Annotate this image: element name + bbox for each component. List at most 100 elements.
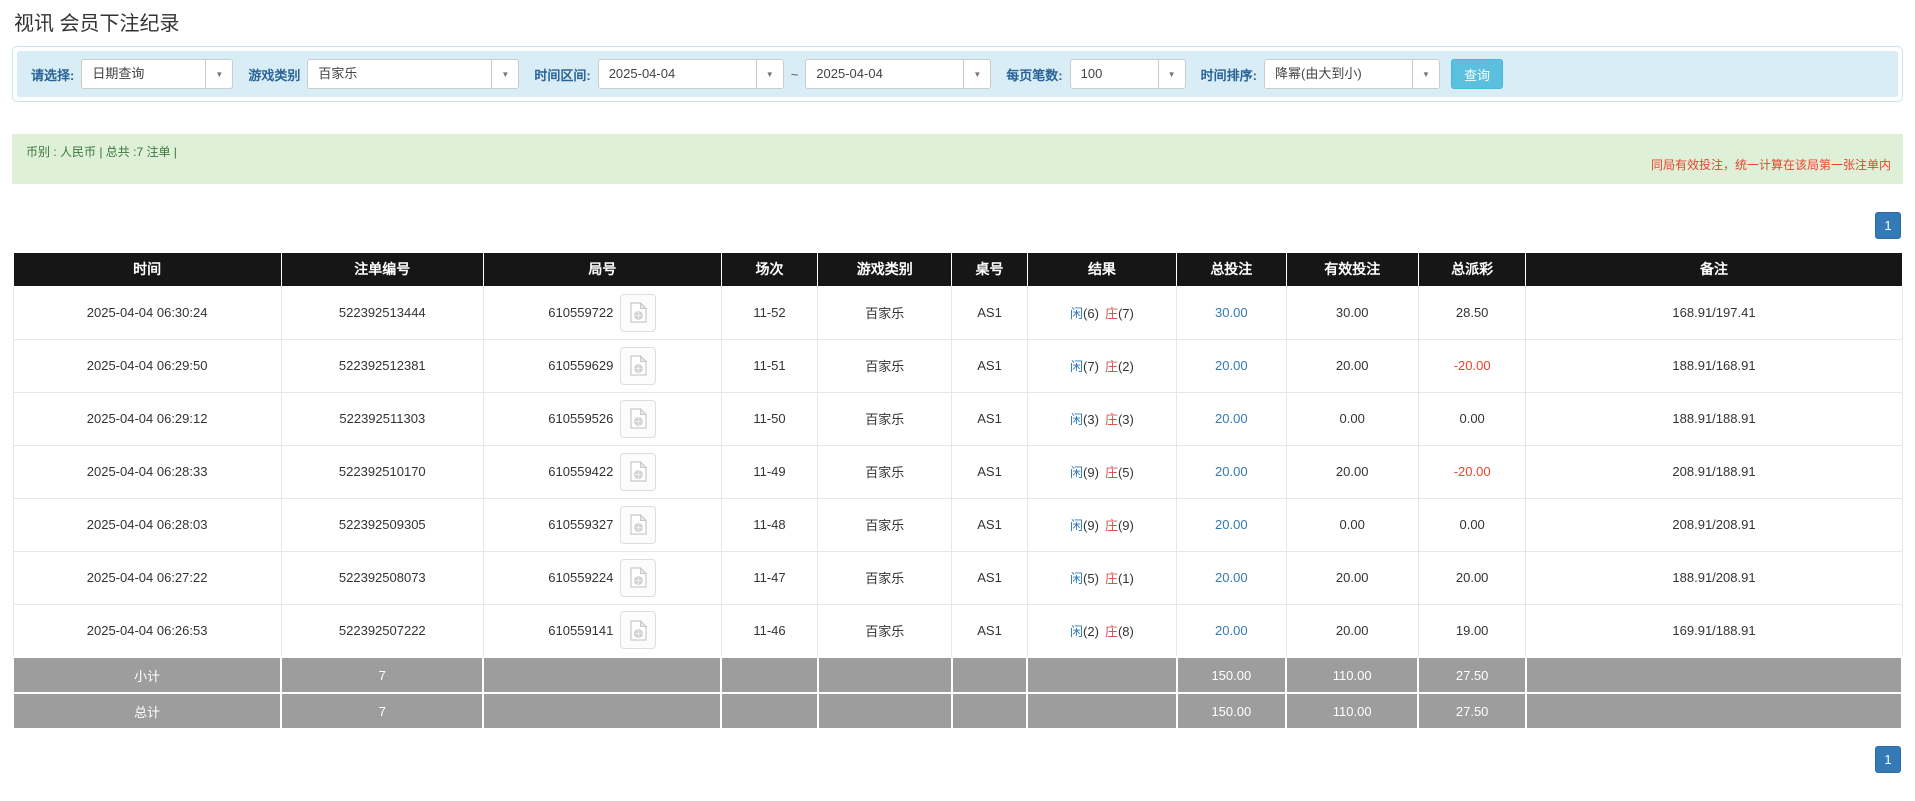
summary-note-text: 同局有效投注，统一计算在该局第一张注单内 (1650, 158, 1891, 172)
summary-empty-cell (1524, 692, 1904, 730)
col-table-no: 桌号 (951, 253, 1028, 287)
result-player-label: 闲 (1070, 359, 1084, 374)
cell-table-no: AS1 (951, 497, 1028, 552)
video-file-icon (630, 355, 647, 376)
cell-valid-bet: 20.00 (1285, 550, 1419, 605)
total-bet-link[interactable]: 20.00 (1176, 603, 1287, 658)
cell-remark: 188.91/188.91 (1525, 391, 1903, 446)
cell-time: 2025-04-04 06:27:22 (12, 550, 282, 605)
time-sort-label: 时间排序: (1200, 67, 1257, 83)
total-bet-link[interactable]: 20.00 (1176, 550, 1287, 605)
page: 视讯 会员下注纪录 请选择: 日期查询 ▼ 游戏类别 百家乐 ▼ 时间区间: 2… (0, 10, 1915, 801)
pagination-page-button[interactable]: 1 (1875, 746, 1901, 773)
summary-empty-cell (1524, 656, 1904, 694)
time-sort-select[interactable]: 降幂(由大到小) ▼ (1263, 59, 1440, 89)
cell-result: 闲(9) 庄(9) (1026, 497, 1178, 552)
range-tilde: ~ (790, 66, 799, 82)
cell-table-no: AS1 (951, 603, 1028, 658)
video-file-icon (630, 461, 647, 482)
per-page-select[interactable]: 100 ▼ (1069, 59, 1186, 89)
col-time: 时间 (12, 253, 282, 287)
cell-valid-bet: 0.00 (1285, 391, 1419, 446)
chevron-down-icon: ▼ (963, 60, 990, 88)
result-banker-score: (3) (1117, 412, 1134, 427)
total-bet-link[interactable]: 20.00 (1176, 338, 1287, 393)
cell-result: 闲(5) 庄(1) (1026, 550, 1178, 605)
cell-bet-id: 522392512381 (280, 338, 484, 393)
col-remark: 备注 (1525, 253, 1903, 287)
summary-row-count: 7 (280, 656, 485, 694)
video-replay-button[interactable] (620, 399, 657, 438)
cell-result: 闲(9) 庄(5) (1026, 444, 1178, 499)
total-bet-link[interactable]: 30.00 (1176, 285, 1287, 340)
summary-row: 总计 7 150.00 110.00 27.50 (11, 692, 1904, 730)
summary-row-count: 7 (280, 692, 485, 730)
total-bet-link[interactable]: 20.00 (1176, 391, 1287, 446)
cell-valid-bet: 20.00 (1285, 338, 1419, 393)
cell-session: 11-50 (720, 391, 819, 446)
pagination-page-button[interactable]: 1 (1875, 212, 1901, 239)
video-replay-button[interactable] (620, 611, 657, 650)
round-number: 610559722 (548, 305, 614, 320)
result-player-score: (5) (1083, 571, 1099, 586)
date-from-select[interactable]: 2025-04-04 ▼ (597, 59, 784, 89)
result-banker-label: 庄 (1104, 465, 1118, 480)
date-from-value: 2025-04-04 (608, 66, 676, 81)
bet-records-table: 时间 注单编号 局号 场次 游戏类别 桌号 结果 总投注 有效投注 总派彩 备注… (11, 253, 1904, 730)
cell-result: 闲(2) 庄(8) (1026, 603, 1178, 658)
result-player-label: 闲 (1070, 306, 1084, 321)
video-replay-button[interactable] (620, 558, 657, 597)
video-replay-button[interactable] (620, 452, 657, 491)
query-type-select[interactable]: 日期查询 ▼ (81, 59, 234, 89)
result-player-score: (7) (1083, 359, 1099, 374)
cell-session: 11-47 (720, 550, 819, 605)
pagination-top: 1 (14, 212, 1901, 239)
search-button[interactable]: 查询 (1450, 59, 1503, 89)
total-bet-link[interactable]: 20.00 (1176, 444, 1287, 499)
cell-table-no: AS1 (951, 391, 1028, 446)
cell-session: 11-51 (720, 338, 819, 393)
chevron-down-icon: ▼ (205, 60, 232, 88)
video-replay-button[interactable] (620, 505, 657, 544)
cell-remark: 188.91/168.91 (1525, 338, 1903, 393)
cell-valid-bet: 20.00 (1285, 603, 1419, 658)
summary-empty-cell (950, 656, 1029, 694)
cell-table-no: AS1 (951, 444, 1028, 499)
summary-valid-bet: 110.00 (1285, 692, 1420, 730)
cell-bet-id: 522392508073 (280, 550, 484, 605)
result-player-label: 闲 (1070, 465, 1084, 480)
filter-bar: 请选择: 日期查询 ▼ 游戏类别 百家乐 ▼ 时间区间: 2025-04-04 … (17, 51, 1898, 97)
cell-round: 610559224 (482, 550, 722, 605)
game-type-select[interactable]: 百家乐 ▼ (307, 59, 520, 89)
round-number: 610559422 (548, 464, 614, 479)
summary-row: 小计 7 150.00 110.00 27.50 (11, 656, 1904, 694)
col-session: 场次 (720, 253, 819, 287)
cell-bet-id: 522392511303 (280, 391, 484, 446)
cell-table-no: AS1 (951, 550, 1028, 605)
total-bet-link[interactable]: 20.00 (1176, 497, 1287, 552)
cell-bet-id: 522392510170 (280, 444, 484, 499)
video-file-icon (630, 619, 647, 641)
summary-empty-cell (720, 692, 819, 730)
result-player-score: (9) (1083, 518, 1099, 533)
cell-round: 610559141 (482, 603, 722, 658)
cell-game-type: 百家乐 (817, 550, 953, 605)
summary-total-bet: 150.00 (1175, 656, 1288, 694)
col-valid-bet: 有效投注 (1285, 253, 1419, 287)
cell-game-type: 百家乐 (817, 603, 953, 658)
date-to-select[interactable]: 2025-04-04 ▼ (805, 59, 992, 89)
chevron-down-icon: ▼ (491, 60, 518, 88)
cell-time: 2025-04-04 06:29:50 (12, 338, 282, 393)
result-banker-label: 庄 (1104, 623, 1118, 639)
chevron-down-icon: ▼ (1411, 60, 1439, 88)
video-replay-button[interactable] (620, 346, 657, 385)
round-number: 610559141 (548, 622, 614, 638)
video-file-icon (630, 302, 647, 323)
cell-payout: -20.00 (1417, 338, 1527, 393)
result-banker-label: 庄 (1104, 412, 1118, 427)
cell-game-type: 百家乐 (817, 497, 953, 552)
cell-round: 610559722 (482, 285, 722, 340)
video-replay-button[interactable] (620, 293, 657, 332)
cell-session: 11-48 (720, 497, 819, 552)
cell-remark: 208.91/188.91 (1525, 444, 1903, 499)
